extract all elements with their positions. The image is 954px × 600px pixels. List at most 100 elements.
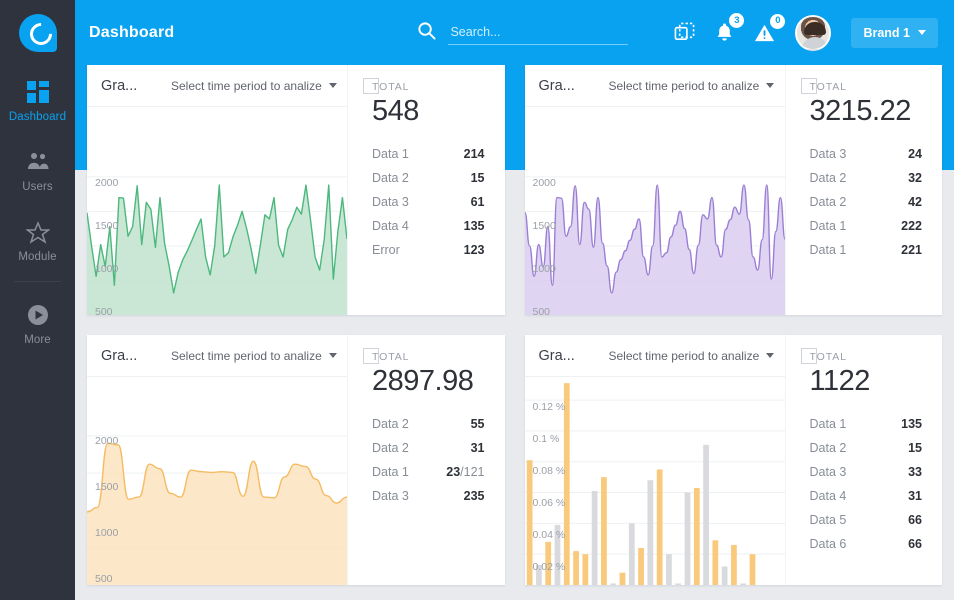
time-period-label: Select time period to analize: [609, 349, 760, 363]
chevron-down-icon: [329, 353, 337, 358]
card-title: Gra...: [539, 348, 601, 364]
stat-row: Data 3 33: [810, 460, 923, 484]
sidebar-item-dashboard[interactable]: Dashboard: [0, 65, 75, 135]
brand-selector-button[interactable]: Brand 1: [851, 18, 938, 48]
chart-bars: 0.12 % 0.1 % 0.08 % 0.06 % 0.04 % 0.02 %: [525, 377, 785, 585]
total-label: TOTAL: [810, 81, 923, 93]
sidebar-item-label: Dashboard: [9, 111, 66, 123]
stat-list: Data 255Data 231Data 123/121Data 3235: [372, 412, 485, 508]
y-tick-label: 0.08 %: [533, 465, 566, 477]
chart-purple: 2000 1500 1000 500: [525, 107, 785, 315]
stat-key: Data 1: [372, 147, 409, 161]
card-grid: Gra... Select time period to analize 200…: [87, 65, 942, 600]
dashboard-app: Dashboard Users Module: [0, 0, 954, 600]
top-header: Dashboard 3: [75, 0, 954, 65]
stat-row: Error 123: [372, 238, 485, 262]
stat-key: Data 2: [810, 441, 847, 455]
time-period-label: Select time period to analize: [171, 349, 322, 363]
stat-row: Data 1135: [810, 412, 923, 436]
y-tick-label: 1500: [95, 481, 118, 493]
sidebar-item-users[interactable]: Users: [0, 135, 75, 205]
stat-key: Data 2: [372, 441, 409, 455]
chevron-down-icon: [766, 83, 774, 88]
card-header: Gra... Select time period to analize: [87, 65, 347, 107]
stat-key: Data 1: [810, 243, 847, 257]
stat-row: Data 232: [810, 166, 923, 190]
time-period-label: Select time period to analize: [171, 79, 322, 93]
chevron-down-icon: [329, 83, 337, 88]
time-period-label: Select time period to analize: [609, 79, 760, 93]
stat-row: Data 1 214: [372, 142, 485, 166]
card-purple: Gra... Select time period to analize 200…: [525, 65, 943, 315]
stat-value: 66: [908, 537, 922, 551]
app-logo[interactable]: [0, 0, 75, 65]
card-green: Gra... Select time period to analize 200…: [87, 65, 505, 315]
stat-value: 222: [901, 219, 922, 233]
time-period-select[interactable]: Select time period to analize: [609, 349, 775, 363]
search-input[interactable]: [448, 21, 628, 45]
stat-key: Data 1: [372, 465, 409, 479]
stat-row: Data 215: [810, 436, 923, 460]
time-period-select[interactable]: Select time period to analize: [171, 79, 337, 93]
stat-value: 61: [471, 195, 485, 209]
stat-key: Data 2: [372, 417, 409, 431]
sidebar-item-more[interactable]: More: [0, 288, 75, 358]
avatar[interactable]: [795, 15, 831, 51]
stat-row: Data 123/121: [372, 460, 485, 484]
stat-value: 32: [908, 171, 922, 185]
search-area: [417, 21, 628, 45]
chart-panel: Gra... Select time period to analize 200…: [87, 335, 347, 585]
grid-icon: [27, 79, 49, 105]
chart-panel: Gra... Select time period to analize 200…: [87, 65, 347, 315]
sidebar-item-label: Users: [22, 181, 53, 193]
stat-list: Data 1135Data 215Data 333Data 431Data 56…: [810, 412, 923, 556]
alert-warning-icon[interactable]: 0: [754, 23, 775, 43]
stat-value: 135: [901, 417, 922, 431]
stat-key: Data 3: [810, 465, 847, 479]
sidebar-item-module[interactable]: Module: [0, 205, 75, 275]
stat-key: Data 1: [810, 219, 847, 233]
logo-icon: [19, 14, 57, 52]
stat-row: Data 1 222: [810, 214, 923, 238]
stat-value: 123: [464, 243, 485, 257]
users-icon: [26, 149, 50, 175]
notifications-badge: 3: [729, 13, 744, 28]
alerts-badge: 0: [770, 14, 785, 29]
y-tick-label: 1000: [95, 263, 118, 275]
total-label: TOTAL: [810, 351, 923, 363]
stat-value: 33: [908, 465, 922, 479]
card-orange: Gra... Select time period to analize 200…: [87, 335, 505, 585]
search-icon[interactable]: [417, 21, 436, 45]
stat-value: 214: [464, 147, 485, 161]
stat-key: Data 4: [810, 489, 847, 503]
stat-key: Data 3: [810, 147, 847, 161]
card-title: Gra...: [101, 78, 163, 94]
chart-panel: Gra... Select time period to analize 0.1…: [525, 335, 785, 585]
stat-key: Error: [372, 243, 400, 257]
stat-key: Data 6: [810, 537, 847, 551]
y-tick-label: 0.06 %: [533, 497, 566, 509]
stat-row: Data 324: [810, 142, 923, 166]
star-icon: [26, 219, 50, 245]
card-header: Gra... Select time period to analize: [87, 335, 347, 377]
sidebar-item-label: More: [24, 334, 51, 346]
stat-row: Data 231: [372, 436, 485, 460]
stat-key: Data 3: [372, 489, 409, 503]
stat-value: 55: [471, 417, 485, 431]
stats-panel: TOTAL 1122 Data 1135Data 215Data 333Data…: [785, 335, 943, 585]
time-period-select[interactable]: Select time period to analize: [171, 349, 337, 363]
header-icon-group: 3 0 Brand 1: [674, 15, 938, 51]
y-tick-label: 1500: [95, 220, 118, 232]
stat-row: Data 215: [372, 166, 485, 190]
notifications-bell-icon[interactable]: 3: [715, 22, 734, 43]
stat-row: Data 4135: [372, 214, 485, 238]
play-circle-icon: [27, 302, 49, 328]
y-tick-label: 0.02 %: [533, 561, 566, 573]
stat-value-suffix: /121: [460, 465, 484, 479]
stat-row: Data 361: [372, 190, 485, 214]
time-period-select[interactable]: Select time period to analize: [609, 79, 775, 93]
window-duplicate-icon[interactable]: [674, 22, 695, 43]
sidebar: Dashboard Users Module: [0, 0, 75, 600]
card-title: Gra...: [101, 348, 163, 364]
chart-green: 2000 1500 1000 500: [87, 107, 347, 315]
